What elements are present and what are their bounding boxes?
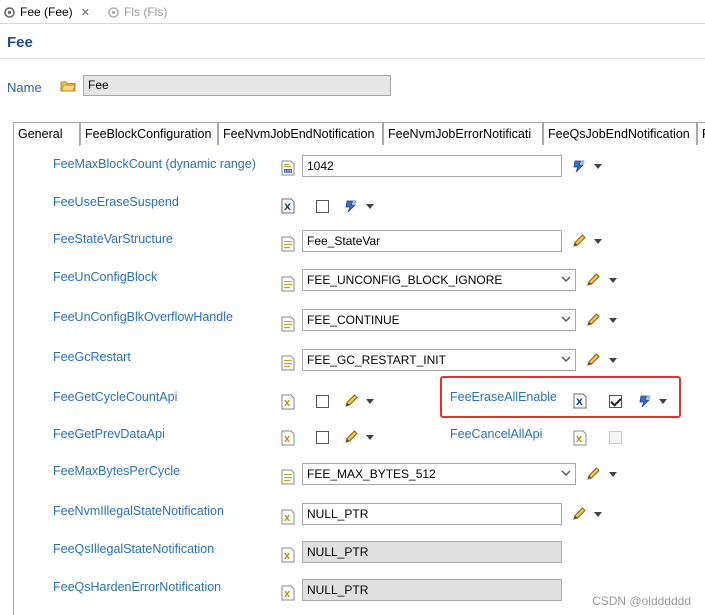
label-max-bytes-per-cycle: FeeMaxBytesPerCycle [53, 464, 181, 478]
dropdown-arrow-icon[interactable] [594, 239, 602, 244]
editor-tab-fee[interactable]: Fee (Fee) ✕ [2, 2, 90, 22]
select-value: FEE_UNCONFIG_BLOCK_IGNORE [307, 273, 503, 287]
dropdown-arrow-icon[interactable] [609, 278, 617, 283]
unconfig-block-select[interactable]: FEE_UNCONFIG_BLOCK_IGNORE [302, 269, 576, 291]
get-prev-data-api-checkbox[interactable] [316, 431, 329, 444]
function-param-icon [281, 509, 295, 525]
select-value: FEE_GC_RESTART_INIT [307, 353, 446, 367]
edit-pencil-icon[interactable] [571, 506, 587, 522]
cancel-all-api-checkbox[interactable] [609, 431, 622, 444]
tab-fee-block-configuration[interactable]: FeeBlockConfiguration [80, 122, 218, 145]
editor-tab-fls[interactable]: Fls (Fls) [106, 2, 167, 22]
function-param-icon [281, 430, 295, 446]
function-param-icon [281, 394, 295, 410]
select-value: FEE_CONTINUE [307, 313, 400, 327]
edit-pencil-icon[interactable] [571, 233, 587, 249]
config-tab-strip: General FeeBlockConfiguration FeeNvmJobE… [13, 122, 705, 146]
use-erase-suspend-checkbox[interactable] [316, 200, 329, 213]
chevron-down-icon [561, 353, 571, 365]
label-use-erase-suspend: FeeUseEraseSuspend [53, 195, 179, 209]
boolean-param-icon [573, 393, 587, 409]
max-bytes-per-cycle-select[interactable]: FEE_MAX_BYTES_512 [302, 463, 576, 485]
label-qs-illegal-state: FeeQsIllegalStateNotification [53, 542, 215, 556]
editor-tab-strip: Fee (Fee) ✕ Fls (Fls) [0, 0, 705, 24]
tab-general[interactable]: General [13, 122, 80, 146]
label-unconfig-block: FeeUnConfigBlock [53, 270, 158, 284]
chevron-down-icon [561, 273, 571, 285]
label-max-block-count: FeeMaxBlockCount (dynamic range) [53, 157, 256, 171]
dropdown-arrow-icon[interactable] [366, 204, 374, 209]
dropdown-arrow-icon[interactable] [609, 318, 617, 323]
editor-tab-label: Fls (Fls) [124, 5, 168, 19]
nvm-illegal-state-input[interactable]: NULL_PTR [302, 503, 562, 525]
string-param-icon [281, 236, 295, 252]
unconfig-blk-overflow-select[interactable]: FEE_CONTINUE [302, 309, 576, 331]
dropdown-arrow-icon[interactable] [366, 399, 374, 404]
editor-tab-label: Fee (Fee) [20, 5, 73, 19]
tab-fee-nvm-job-error-notification[interactable]: FeeNvmJobErrorNotificati [383, 122, 543, 145]
state-var-structure-input[interactable]: Fee_StateVar [302, 230, 562, 252]
numeric-param-icon [281, 160, 295, 176]
function-param-icon [281, 585, 295, 601]
max-block-count-input[interactable]: 1042 [302, 155, 562, 177]
tab-fee-qs-job-end-notification[interactable]: FeeQsJobEndNotification [543, 122, 697, 145]
label-nvm-illegal-state: FeeNvmIllegalStateNotification [53, 504, 224, 518]
string-param-icon [281, 469, 295, 485]
qs-harden-error-input[interactable]: NULL_PTR [302, 579, 562, 601]
label-erase-all-enable: FeeEraseAllEnable [450, 390, 558, 404]
qs-illegal-state-input[interactable]: NULL_PTR [302, 541, 562, 563]
tab-fee-nvm-job-end-notification[interactable]: FeeNvmJobEndNotification [218, 122, 383, 145]
edit-pencil-icon[interactable] [585, 312, 601, 328]
calculate-icon[interactable] [343, 198, 359, 214]
label-state-var-structure: FeeStateVarStructure [53, 232, 173, 246]
tab-more[interactable]: F [697, 122, 705, 145]
label-gc-restart: FeeGcRestart [53, 350, 131, 364]
chevron-down-icon [561, 313, 571, 325]
dropdown-arrow-icon[interactable] [594, 512, 602, 517]
dropdown-arrow-icon[interactable] [594, 164, 602, 169]
string-param-icon [281, 316, 295, 332]
boolean-param-icon [281, 198, 295, 214]
get-cycle-count-api-checkbox[interactable] [316, 395, 329, 408]
edit-pencil-icon[interactable] [585, 466, 601, 482]
dropdown-arrow-icon[interactable] [659, 399, 667, 404]
edit-pencil-icon[interactable] [343, 393, 359, 409]
label-unconfig-blk-overflow: FeeUnConfigBlkOverflowHandle [53, 310, 233, 324]
close-icon[interactable]: ✕ [81, 6, 90, 19]
calculate-icon[interactable] [637, 393, 653, 409]
label-get-prev-data-api: FeeGetPrevDataApi [53, 427, 165, 441]
name-label: Name [7, 80, 42, 95]
name-field[interactable]: Fee [83, 75, 391, 96]
string-param-icon [281, 355, 295, 371]
label-cancel-all-api: FeeCancelAllApi [450, 427, 543, 441]
folder-icon [60, 79, 77, 93]
dropdown-arrow-icon[interactable] [366, 435, 374, 440]
gc-restart-select[interactable]: FEE_GC_RESTART_INIT [302, 349, 576, 371]
label-qs-harden-error: FeeQsHardenErrorNotification [53, 580, 222, 594]
page-title: Fee [7, 34, 33, 51]
watermark: CSDN @oldddddd [592, 594, 691, 608]
function-param-icon [281, 547, 295, 563]
dropdown-arrow-icon[interactable] [609, 472, 617, 477]
label-get-cycle-count-api: FeeGetCycleCountApi [53, 390, 178, 404]
calculate-icon[interactable] [571, 158, 587, 174]
function-param-icon [573, 430, 587, 446]
chevron-down-icon [561, 467, 571, 479]
erase-all-enable-checkbox[interactable] [609, 395, 622, 408]
edit-pencil-icon[interactable] [343, 429, 359, 445]
edit-pencil-icon[interactable] [585, 272, 601, 288]
dropdown-arrow-icon[interactable] [609, 358, 617, 363]
module-config-icon [106, 5, 120, 19]
select-value: FEE_MAX_BYTES_512 [307, 467, 436, 481]
edit-pencil-icon[interactable] [585, 352, 601, 368]
string-param-icon [281, 276, 295, 292]
title-divider [0, 58, 705, 59]
module-config-icon [2, 5, 16, 19]
